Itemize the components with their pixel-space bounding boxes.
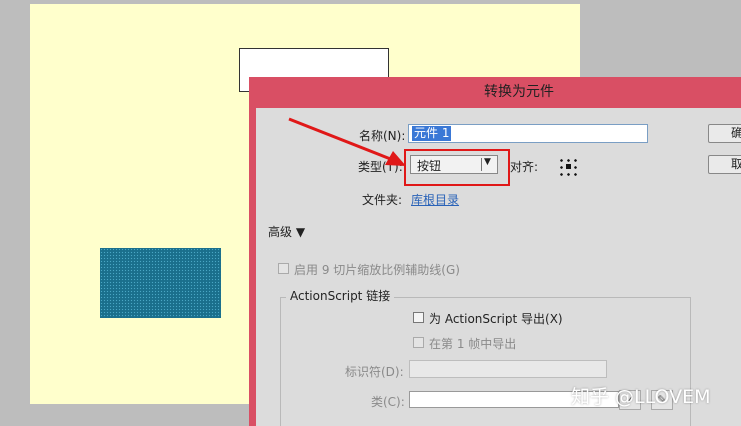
export-in-frame1-label: 在第 1 帧中导出 xyxy=(429,337,517,351)
dialog-body: 名称(N): 元件 1 类型(T): 按钮 ▼ 对齐: 文件夹: 库根目录 高级… xyxy=(256,108,741,426)
highlight-box xyxy=(404,149,510,186)
ok-button[interactable]: 确定 xyxy=(708,124,741,143)
convert-to-symbol-dialog: 转换为元件 名称(N): 元件 1 类型(T): 按钮 ▼ 对齐: 文件夹: 库… xyxy=(249,77,741,426)
align-label: 对齐: xyxy=(510,160,539,174)
enable-9slice-label: 启用 9 切片缩放比例辅助线(G) xyxy=(294,263,460,277)
registration-grid-icon[interactable] xyxy=(558,157,580,177)
name-label: 名称(N): xyxy=(359,129,406,143)
type-label: 类型(T): xyxy=(358,160,403,174)
enable-9slice-checkbox[interactable] xyxy=(278,263,289,274)
identifier-input[interactable] xyxy=(409,360,607,378)
folder-link[interactable]: 库根目录 xyxy=(411,191,459,208)
selected-shape[interactable] xyxy=(100,248,221,318)
class-label: 类(C): xyxy=(371,395,405,409)
advanced-toggle[interactable]: 高级 ▼ xyxy=(268,223,305,240)
identifier-label: 标识符(D): xyxy=(345,365,404,379)
folder-label: 文件夹: xyxy=(362,193,403,207)
cancel-button[interactable]: 取消 xyxy=(708,155,741,174)
actionscript-group-title: ActionScript 链接 xyxy=(286,287,395,304)
export-for-as-label: 为 ActionScript 导出(X) xyxy=(429,312,563,326)
export-for-as-checkbox[interactable] xyxy=(413,312,424,323)
name-input-value: 元件 1 xyxy=(412,126,452,141)
export-in-frame1-checkbox[interactable] xyxy=(413,337,424,348)
watermark: 知乎 @LLOVEM xyxy=(571,386,711,408)
dialog-title: 转换为元件 xyxy=(484,84,554,100)
name-input[interactable]: 元件 1 xyxy=(408,124,648,143)
